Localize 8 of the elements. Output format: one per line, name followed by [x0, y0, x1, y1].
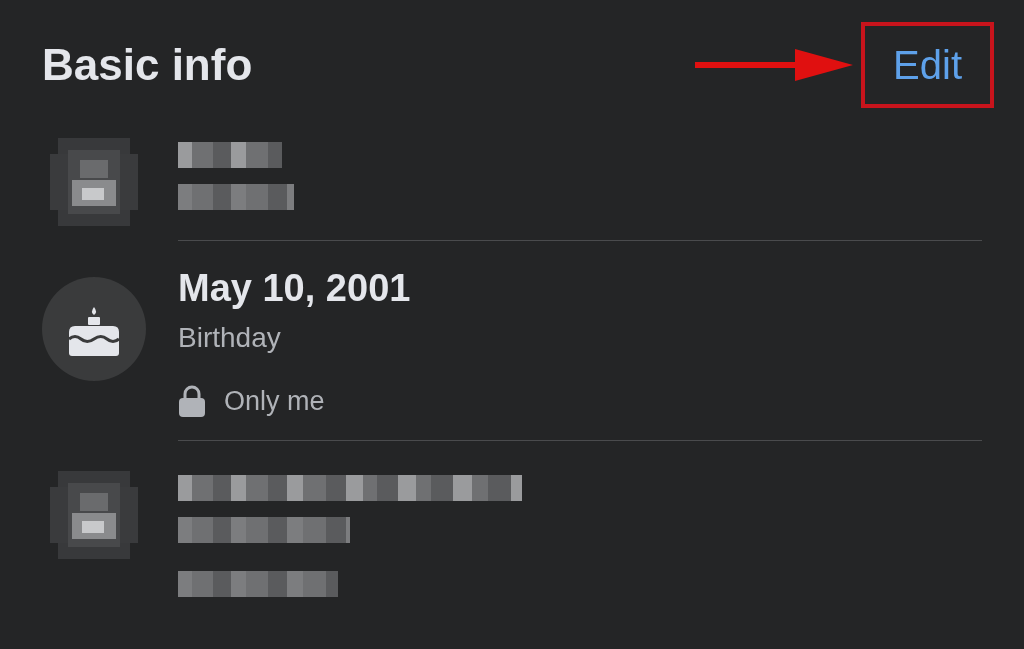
cake-icon — [42, 277, 146, 381]
date-value: May 10, 2001 — [178, 266, 412, 311]
lock-icon — [178, 385, 206, 418]
privacy-label: Only me — [224, 385, 325, 418]
arrow-icon — [695, 47, 854, 83]
section-title: Basic info — [42, 39, 253, 91]
edit-button[interactable]: Edit — [861, 22, 994, 108]
field-label: Birthday — [178, 321, 282, 355]
